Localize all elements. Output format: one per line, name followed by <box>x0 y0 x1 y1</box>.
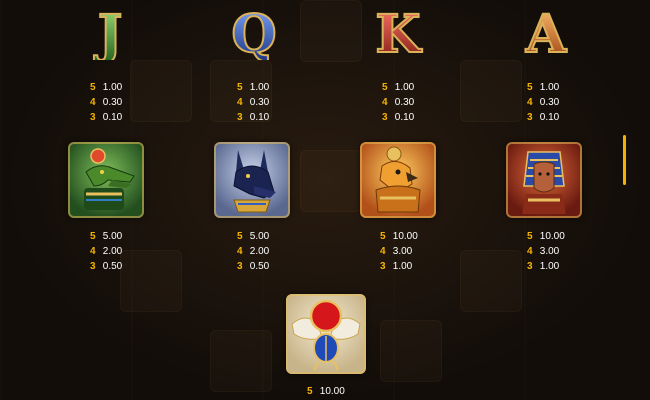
crocodile-god-icon <box>68 142 144 218</box>
pay-line: 4 3.00 <box>527 246 560 257</box>
pay-line: 3 0.10 <box>382 112 415 123</box>
pay-line: 5 10.00 <box>527 231 565 242</box>
letter-q-icon: Q <box>224 2 284 62</box>
pay-line: 3 0.10 <box>527 112 560 123</box>
pay-line: 5 1.00 <box>382 82 415 93</box>
pay-line: 4 2.00 <box>90 246 123 257</box>
pay-line: 3 0.50 <box>237 261 270 272</box>
ghost-symbol <box>380 320 442 382</box>
ghost-symbol <box>300 150 362 212</box>
pay-line: 4 0.30 <box>382 97 415 108</box>
pay-line: 5 1.00 <box>90 82 123 93</box>
paytable-scarab: 5 10.00 <box>307 384 367 399</box>
svg-text:A: A <box>525 4 567 60</box>
scrollbar-thumb[interactable] <box>623 135 626 185</box>
paytable-j: 5 1.00 4 0.30 3 0.10 <box>90 80 150 125</box>
pay-line: 4 2.00 <box>237 246 270 257</box>
pay-line: 5 10.00 <box>380 231 418 242</box>
pay-line: 5 1.00 <box>527 82 560 93</box>
paytable-pharaoh: 5 10.00 4 3.00 3 1.00 <box>527 229 587 274</box>
pay-line: 3 1.00 <box>527 261 560 272</box>
pay-line: 3 0.10 <box>90 112 123 123</box>
paytable-horus: 5 10.00 4 3.00 3 1.00 <box>380 229 440 274</box>
ghost-symbol <box>210 330 272 392</box>
ghost-symbol <box>300 0 362 62</box>
pay-line: 5 5.00 <box>237 231 270 242</box>
pay-line: 5 1.00 <box>237 82 270 93</box>
paytable-k: 5 1.00 4 0.30 3 0.10 <box>382 80 442 125</box>
paytable-q: 5 1.00 4 0.30 3 0.10 <box>237 80 297 125</box>
ghost-symbol <box>460 60 522 122</box>
pay-line: 4 0.30 <box>527 97 560 108</box>
svg-text:K: K <box>375 4 422 60</box>
pay-line: 4 3.00 <box>380 246 413 257</box>
svg-text:Q: Q <box>231 4 276 60</box>
scarab-icon <box>286 294 366 374</box>
pay-line: 4 0.30 <box>90 97 123 108</box>
pay-line: 5 10.00 <box>307 386 345 397</box>
pharaoh-icon <box>506 142 582 218</box>
paytable-anubis: 5 5.00 4 2.00 3 0.50 <box>237 229 297 274</box>
pay-line: 5 5.00 <box>90 231 123 242</box>
pay-line: 3 0.10 <box>237 112 270 123</box>
letter-a-icon: A <box>516 2 576 62</box>
anubis-icon <box>214 142 290 218</box>
svg-text:J: J <box>94 4 123 60</box>
letter-j-icon: J <box>80 2 140 62</box>
paytable-a: 5 1.00 4 0.30 3 0.10 <box>527 80 587 125</box>
horus-falcon-icon <box>360 142 436 218</box>
pay-line: 4 0.30 <box>237 97 270 108</box>
letter-k-icon: K <box>368 2 428 62</box>
ghost-symbol <box>460 250 522 312</box>
pay-line: 3 1.00 <box>380 261 413 272</box>
pay-line: 3 0.50 <box>90 261 123 272</box>
paytable-crocodile: 5 5.00 4 2.00 3 0.50 <box>90 229 150 274</box>
